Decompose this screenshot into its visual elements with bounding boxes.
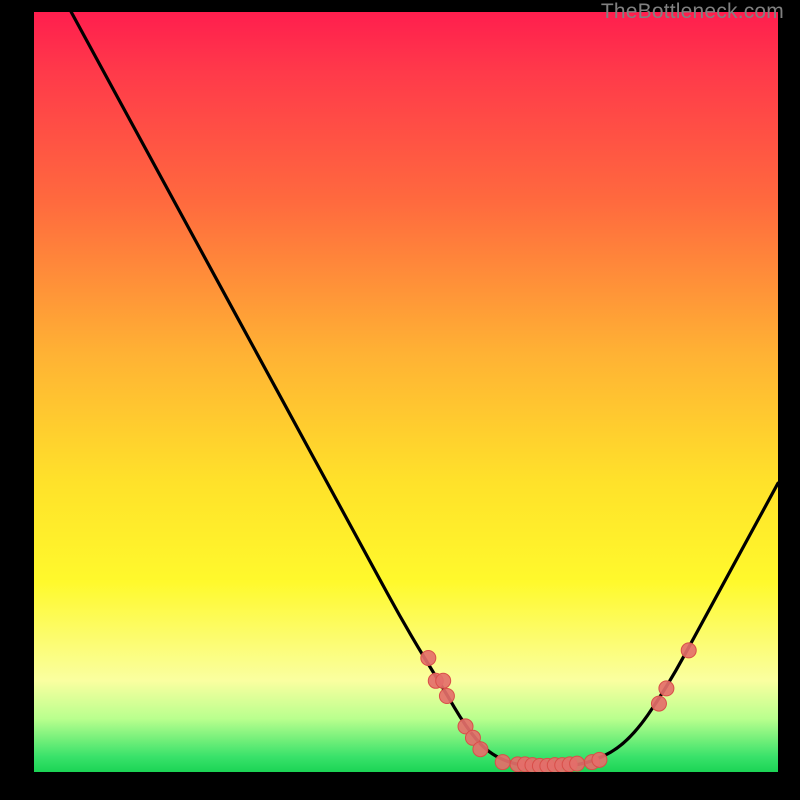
- data-marker: [439, 689, 454, 704]
- data-marker: [495, 755, 510, 770]
- chart-svg: [34, 12, 778, 772]
- attribution-watermark: TheBottleneck.com: [601, 0, 784, 24]
- data-marker: [651, 696, 666, 711]
- plot-region: [34, 12, 778, 772]
- data-marker: [421, 651, 436, 666]
- data-marker: [659, 681, 674, 696]
- data-marker: [436, 673, 451, 688]
- data-marker: [473, 742, 488, 757]
- stage: TheBottleneck.com: [0, 0, 800, 800]
- data-marker: [592, 752, 607, 767]
- data-markers: [421, 643, 696, 772]
- data-marker: [570, 756, 585, 771]
- data-marker: [681, 643, 696, 658]
